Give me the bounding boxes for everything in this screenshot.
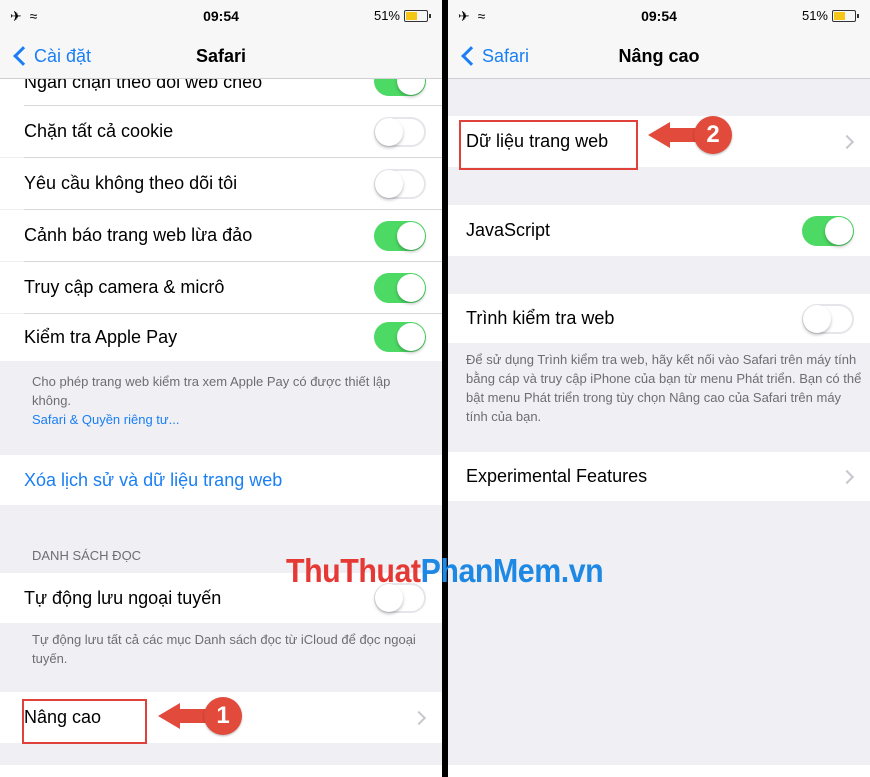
row-apple-pay[interactable]: Kiểm tra Apple Pay [0,314,442,361]
row-camera-mic[interactable]: Truy cập camera & micrô [0,262,442,313]
web-inspector-footer: Để sử dụng Trình kiểm tra web, hãy kết n… [466,352,862,424]
row-do-not-track[interactable]: Yêu cầu không theo dõi tôi [0,158,442,209]
battery-percent: 51% [801,8,828,23]
nav-bar-overlay: Cài đặt Safari [0,34,442,79]
status-bar: ✈ ≈ 09:54 51% [448,0,870,34]
advanced-settings-panel: ✈ ≈ 09:54 51% Safari Nâng cao Dữ liệu tr… [448,0,870,765]
reading-list-header: DANH SÁCH ĐỌC [32,548,142,563]
safari-settings-panel: ✈ ≈ 09:54 51% Cài đặt Safari Ngăn chặn t… [0,0,442,765]
watermark-part1: ThuThuat [286,552,421,589]
step-badge: 1 [204,697,242,735]
arrow-left-icon [158,703,180,729]
battery-indicator: 51% [373,8,431,23]
toggle-switch[interactable] [374,169,426,199]
arrow-left-icon [648,122,670,148]
clear-history-button[interactable]: Xóa lịch sử và dữ liệu trang web [0,455,442,505]
back-label: Cài đặt [34,45,92,66]
row-javascript[interactable]: JavaScript [448,205,870,256]
row-fraud-warning[interactable]: Cảnh báo trang web lừa đảo [0,210,442,261]
screenshot-stage: ✈ ≈ 09:54 51% Cài đặt Safari Ngăn chặn t… [0,0,870,777]
chevron-left-icon [461,46,481,66]
callout-2: 2 [648,116,732,154]
row-experimental-features[interactable]: Experimental Features [448,452,870,501]
privacy-link[interactable]: Safari & Quyền riêng tư... [32,410,428,429]
toggle-switch[interactable] [802,304,854,334]
row-web-inspector[interactable]: Trình kiểm tra web [448,294,870,343]
step-badge: 2 [694,116,732,154]
watermark-part2: PhanMem.vn [420,552,604,589]
highlight-box-advanced [22,699,147,744]
chevron-left-icon [13,46,33,66]
battery-icon [832,9,859,22]
battery-icon [404,9,431,22]
row-block-cookies[interactable]: Chặn tất cả cookie [0,106,442,157]
clear-history-label: Xóa lịch sử và dữ liệu trang web [24,469,283,490]
watermark: ThuThuatPhanMem.vn [286,552,604,590]
callout-1: 1 [158,697,242,735]
row-label: Experimental Features [466,466,648,486]
toggle-switch[interactable] [374,273,426,303]
status-bar: ✈ ≈ 09:54 51% [0,0,442,34]
battery-percent: 51% [373,8,400,23]
toggle-switch[interactable] [374,221,426,251]
offline-footer: Tự động lưu tất cả các mục Danh sách đọc… [32,632,416,666]
back-button[interactable]: Safari [458,34,529,78]
back-button[interactable]: Cài đặt [10,34,91,78]
toggle-switch[interactable] [374,117,426,147]
nav-bar: Safari Nâng cao [448,34,870,79]
footer-text: Cho phép trang web kiểm tra xem Apple Pa… [32,374,391,408]
toggle-switch[interactable] [802,216,854,246]
toggle-switch[interactable] [374,322,426,352]
apple-pay-footer: Cho phép trang web kiểm tra xem Apple Pa… [32,372,428,429]
highlight-box-website-data [459,120,638,170]
battery-indicator: 51% [801,8,859,23]
back-label: Safari [482,45,530,66]
